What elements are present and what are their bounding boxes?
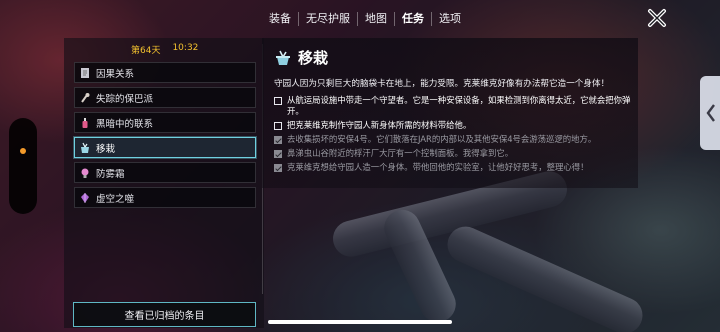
notification-dot [20,148,26,154]
objective-item: 去收集损坏的安保4号。它们散落在JAR的内部以及其他安保4号会游荡巡逻的地方。 [274,134,634,145]
tool-icon [79,92,91,104]
objective-text: 从航运局设施中带走一个守望者。它是一种安保设备，如果检测到你离得太近，它就会把你… [287,95,631,116]
side-panel-tab[interactable] [700,76,720,150]
objective-list: 从航运局设施中带走一个守望者。它是一种安保设备，如果检测到你离得太近，它就会把你… [274,95,634,176]
quest-item-label: 移栽 [96,143,116,155]
side-drawer-handle[interactable] [9,118,37,214]
quest-item[interactable]: 失踪的保巴派 [74,87,256,108]
objective-item: 鼻涕虫山谷附近的桴汗厂大厅有一个控制面板。我得拿到它。 [274,148,634,159]
checkbox-checked-icon [274,136,282,144]
quest-item[interactable]: 移栽 [74,137,256,158]
tab-0[interactable]: 装备 [262,12,299,26]
quest-item-label: 黑暗中的联系 [96,118,154,130]
quest-item-label: 失踪的保巴派 [96,93,154,105]
quest-item[interactable]: 虚空之噬 [74,187,256,208]
objective-item: 克莱维克想给守园人造一个身体。带他回他的实验室，让他好好思考，整理心得！ [274,162,634,173]
quest-item-label: 因果关系 [96,68,135,80]
checkbox-empty-icon [274,122,282,130]
tab-3[interactable]: 任务 [395,12,432,26]
pot-icon [276,50,290,65]
objective-item: 从航运局设施中带走一个守望者。它是一种安保设备，如果检测到你离得太近，它就会把你… [274,95,634,117]
objective-text: 鼻涕虫山谷附近的桴汗厂大厅有一个控制面板。我得拿到它。 [287,148,514,158]
chevron-left-icon [706,104,715,122]
time-label: 10:32 [172,43,199,53]
home-indicator [268,320,452,324]
view-archived-button[interactable]: 查看已归档的条目 [73,302,256,327]
checkbox-checked-icon [274,164,282,172]
objective-item: 把克莱维克制作守园人新身体所需的材料带给他。 [274,120,634,131]
quest-item-label: 防雾霜 [96,168,125,180]
tab-4[interactable]: 选项 [432,12,468,26]
tab-2[interactable]: 地图 [358,12,395,26]
top-nav: 装备 无尽护服 地图 任务 选项 [262,8,468,30]
checkbox-empty-icon [274,97,282,105]
tab-1[interactable]: 无尽护服 [299,12,358,26]
quest-detail-header: 移栽 [274,47,328,68]
close-icon[interactable] [646,7,668,29]
pot-icon [79,142,91,154]
day-time-readout: 第64天 10:32 [131,43,198,56]
quest-item[interactable]: 防雾霜 [74,162,256,183]
quest-description: 守园人因为只剩巨大的脑袋卡在地上，能力受限。克莱维克好像有办法帮它造一个身体！ [274,79,610,89]
checkbox-checked-icon [274,150,282,158]
document-icon [79,67,91,79]
quest-item-label: 虚空之噬 [96,193,135,205]
crystal-icon [79,192,91,204]
quest-item[interactable]: 黑暗中的联系 [74,112,256,133]
quest-list: 因果关系失踪的保巴派 黑暗中的联系 移栽防雾霜虚空之噬 [74,62,256,212]
objective-text: 把克莱维克制作守园人新身体所需的材料带给他。 [287,120,472,130]
day-label: 第64天 [131,46,161,56]
objective-text: 去收集损坏的安保4号。它们散落在JAR的内部以及其他安保4号会游荡巡逻的地方。 [287,134,597,144]
bulb-icon [79,167,91,179]
objective-text: 克莱维克想给守园人造一个身体。带他回他的实验室，让他好好思考，整理心得！ [287,162,589,172]
quest-detail-title: 移栽 [298,49,329,67]
quest-item[interactable]: 因果关系 [74,62,256,83]
bottle-icon [79,117,91,129]
